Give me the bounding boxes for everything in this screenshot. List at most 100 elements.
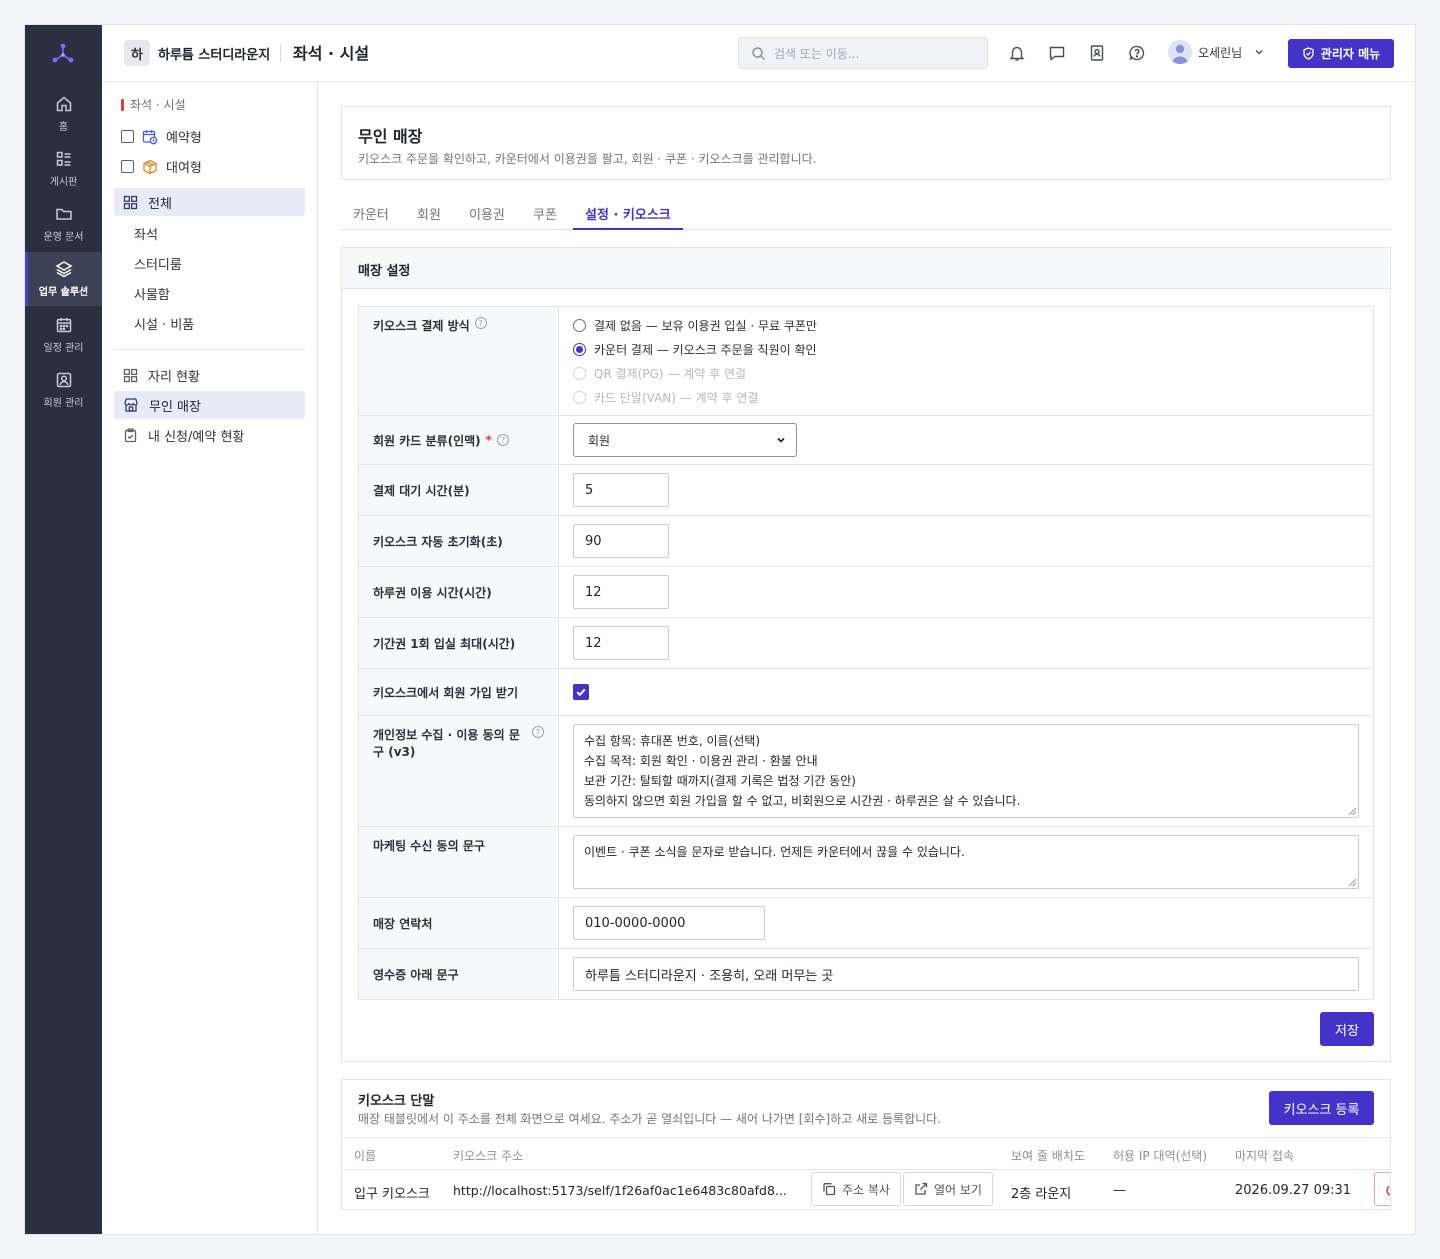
radio-button[interactable] [573, 318, 586, 332]
member-card-select[interactable]: 회원 [573, 423, 797, 457]
checkbox[interactable] [121, 160, 134, 173]
bell-icon[interactable] [1008, 44, 1026, 62]
settings-form: 키오스크 결제 방식? 결제 없음 — 보유 이용권 입실 · 무료 쿠폰만 카… [358, 306, 1374, 1000]
radio-button-selected[interactable] [573, 342, 586, 356]
field-value [559, 669, 1373, 715]
marketing-consent-textarea[interactable]: 이벤트 · 쿠폰 소식을 문자로 받습니다. 언제든 카운터에서 끊을 수 있습… [573, 835, 1359, 889]
rail-label: 회원 관리 [43, 398, 84, 409]
form-row-privacy: 개인정보 수집 · 이용 동의 문구 (v3)? 수집 항목: 휴대폰 번호, … [359, 716, 1373, 827]
subnav-item-seats[interactable]: 좌석 [134, 224, 158, 243]
subnav-label: 전체 [148, 196, 172, 212]
search-input[interactable]: 검색 또는 이동... [738, 37, 988, 69]
copy-address-button[interactable]: 주소 복사 [811, 1172, 901, 1206]
subnav-item-all[interactable]: 전체 [114, 188, 305, 216]
chat-icon[interactable] [1048, 44, 1066, 62]
subnav-item-unmanned-store[interactable]: 무인 매장 [114, 391, 305, 419]
table-header: 이름 키오스크 주소 보여 줄 배치도 허용 IP 대역(선택) 마지막 접속 [342, 1137, 1390, 1170]
kiosk-section-description: 매장 태블릿에서 이 주소를 전체 화면으로 여세요. 주소가 곧 열쇠입니다 … [358, 1112, 942, 1126]
field-label: 키오스크에서 회원 가입 받기 [359, 669, 559, 715]
tab-coupons[interactable]: 쿠폰 [521, 204, 569, 230]
field-value: 12 [559, 567, 1373, 617]
store-phone-input[interactable]: 010-0000-0000 [573, 906, 765, 940]
section-title: 무인 매장 [358, 127, 423, 146]
payment-option-counter[interactable]: 카운터 결제 — 키오스크 주문을 직원이 확인 [573, 341, 817, 357]
calendar-icon [55, 316, 73, 334]
privacy-consent-textarea[interactable]: 수집 항목: 휴대폰 번호, 이름(선택) 수집 목적: 회원 확인 · 이용권… [573, 724, 1359, 818]
select-value: 회원 [588, 433, 611, 448]
tab-passes[interactable]: 이용권 [457, 204, 517, 230]
subnav-heading: 좌석 · 시설 [121, 96, 186, 113]
button-label: 열어 보기 [934, 1182, 982, 1197]
field-label: 개인정보 수집 · 이용 동의 문구 (v3)? [359, 716, 559, 826]
kiosk-devices-card: 키오스크 단말 매장 태블릿에서 이 주소를 전체 화면으로 여세요. 주소가 … [341, 1079, 1391, 1210]
help-circle-icon[interactable]: ? [496, 434, 509, 446]
open-preview-button[interactable]: 열어 보기 [903, 1172, 993, 1206]
form-row-marketing: 마케팅 수신 동의 문구 이벤트 · 쿠폰 소식을 문자로 받습니다. 언제든 … [359, 827, 1373, 898]
payment-option-none[interactable]: 결제 없음 — 보유 이용권 입실 · 무료 쿠폰만 [573, 317, 817, 333]
filter-reservation[interactable]: 예약형 [121, 127, 202, 146]
search-icon [751, 46, 766, 61]
save-button[interactable]: 저장 [1320, 1012, 1374, 1046]
field-label: 회원 카드 분류(인맥) *? [359, 416, 559, 464]
rail-item-calendar[interactable]: 일정 관리 [25, 308, 102, 362]
filter-label: 대여형 [166, 161, 202, 176]
form-row-payment: 키오스크 결제 방식? 결제 없음 — 보유 이용권 입실 · 무료 쿠폰만 카… [359, 307, 1373, 416]
subnav-item-lockers[interactable]: 사물함 [134, 284, 170, 303]
admin-menu-button[interactable]: 관리자 메뉴 [1288, 39, 1394, 68]
field-label: 마케팅 수신 동의 문구 [359, 827, 559, 897]
rail-item-docs[interactable]: 운영 문서 [25, 197, 102, 251]
textarea-line: 이벤트 · 쿠폰 소식을 문자로 받습니다. 언제든 카운터에서 끊을 수 있습… [584, 845, 965, 859]
sub-nav: 좌석 · 시설 예약형 대여형 전체 좌석 스터디룸 사물함 시설 · 비품 자… [102, 82, 318, 1234]
daypass-hours-input[interactable]: 12 [573, 575, 669, 609]
power-icon [1385, 1183, 1390, 1197]
reset-seconds-input[interactable]: 90 [573, 524, 669, 558]
rail-label: 홈 [58, 122, 69, 133]
radio-label: 카드 단말(VAN) — 계약 후 연결 [594, 390, 759, 405]
receipt-footer-input[interactable]: 하루틈 스터디라운지 · 조용히, 오래 머무는 곳 [573, 957, 1359, 991]
avatar [1168, 40, 1192, 64]
column-header: 마지막 접속 [1235, 1149, 1295, 1163]
column-header: 키오스크 주소 [453, 1149, 524, 1163]
tab-counter[interactable]: 카운터 [341, 204, 401, 230]
subnav-item-seat-status[interactable]: 자리 현황 [114, 361, 305, 389]
help-icon[interactable] [1128, 44, 1146, 62]
external-link-icon [914, 1182, 928, 1196]
field-value: 이벤트 · 쿠폰 소식을 문자로 받습니다. 언제든 카운터에서 끊을 수 있습… [559, 827, 1373, 897]
revoke-kiosk-button[interactable] [1374, 1172, 1390, 1206]
rail-item-members[interactable]: 회원 관리 [25, 363, 102, 417]
admin-menu-label: 관리자 메뉴 [1320, 47, 1381, 61]
subnav-item-studyroom[interactable]: 스터디룸 [134, 254, 182, 273]
textarea-line: 수집 항목: 휴대폰 번호, 이름(선택) [584, 734, 760, 748]
subnav-item-facilities[interactable]: 시설 · 비품 [134, 314, 194, 333]
calendar-clock-icon [142, 129, 158, 145]
period-max-hours-input[interactable]: 12 [573, 626, 669, 660]
register-kiosk-button[interactable]: 키오스크 등록 [1269, 1091, 1374, 1125]
wait-minutes-input[interactable]: 5 [573, 473, 669, 507]
signup-checkbox[interactable] [573, 684, 589, 700]
folder-icon [55, 205, 73, 223]
subnav-item-my-requests[interactable]: 내 신청/예약 현황 [114, 421, 305, 449]
field-value: 회원 [559, 416, 1373, 464]
rail-item-solutions[interactable]: 업무 솔루션 [25, 252, 102, 306]
user-menu[interactable]: 오세린님 [1168, 40, 1264, 64]
help-circle-icon[interactable]: ? [532, 726, 544, 738]
rail-item-home[interactable]: 홈 [25, 87, 102, 141]
tab-members[interactable]: 회원 [405, 204, 453, 230]
checkbox[interactable] [121, 130, 134, 143]
workspace-name[interactable]: 하루틈 스터디라운지 [158, 44, 270, 63]
rail-item-board[interactable]: 게시판 [25, 142, 102, 196]
radio-button-disabled [573, 390, 586, 404]
contacts-icon[interactable] [1088, 44, 1106, 62]
field-value: 결제 없음 — 보유 이용권 입실 · 무료 쿠폰만 카운터 결제 — 키오스크… [559, 307, 1373, 415]
divider [280, 44, 281, 62]
form-row-contact: 매장 연락처 010-0000-0000 [359, 898, 1373, 949]
filter-rental[interactable]: 대여형 [121, 157, 202, 176]
app-logo-icon[interactable] [49, 41, 77, 69]
shield-icon [1302, 47, 1315, 60]
tab-settings-kiosk[interactable]: 설정 · 키오스크 [573, 204, 683, 230]
column-header: 보여 줄 배치도 [1011, 1149, 1085, 1163]
field-label: 매장 연락처 [359, 898, 559, 948]
workspace-badge[interactable]: 하 [124, 40, 150, 66]
section-description: 키오스크 주문을 확인하고, 카운터에서 이용권을 팔고, 회원 · 쿠폰 · … [358, 152, 817, 166]
help-circle-icon[interactable]: ? [474, 317, 487, 329]
